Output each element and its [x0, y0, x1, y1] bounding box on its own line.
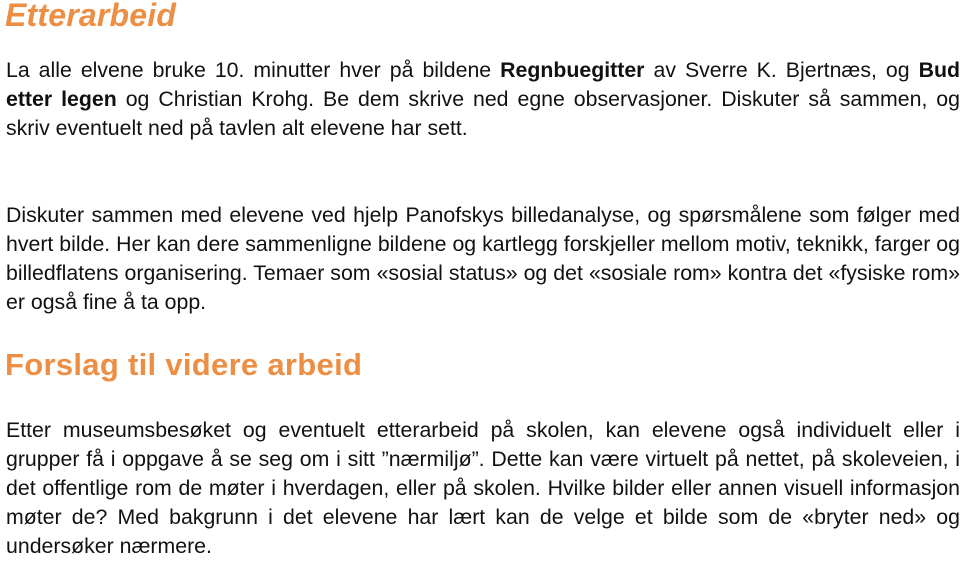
paragraph-text: av Sverre K. Bjertnæs, og: [644, 58, 919, 82]
heading-etterarbeid: Etterarbeid: [5, 0, 177, 33]
paragraph-text: og Christian Krohg. Be dem skrive ned eg…: [6, 87, 960, 140]
paragraph-further-work: Etter museumsbesøket og eventuelt ettera…: [6, 418, 960, 558]
paragraph-text: La alle elvene bruke 10. minutter hver p…: [6, 58, 501, 82]
artwork-title-regnbuegitter: Regnbuegitter: [500, 58, 645, 82]
paragraph-instructions: La alle elvene bruke 10. minutter hver p…: [6, 56, 960, 143]
paragraph-discussion: Diskuter sammen med elevene ved hjelp Pa…: [6, 203, 960, 314]
heading-forslag-til-videre-arbeid: Forslag til videre arbeid: [5, 347, 363, 382]
